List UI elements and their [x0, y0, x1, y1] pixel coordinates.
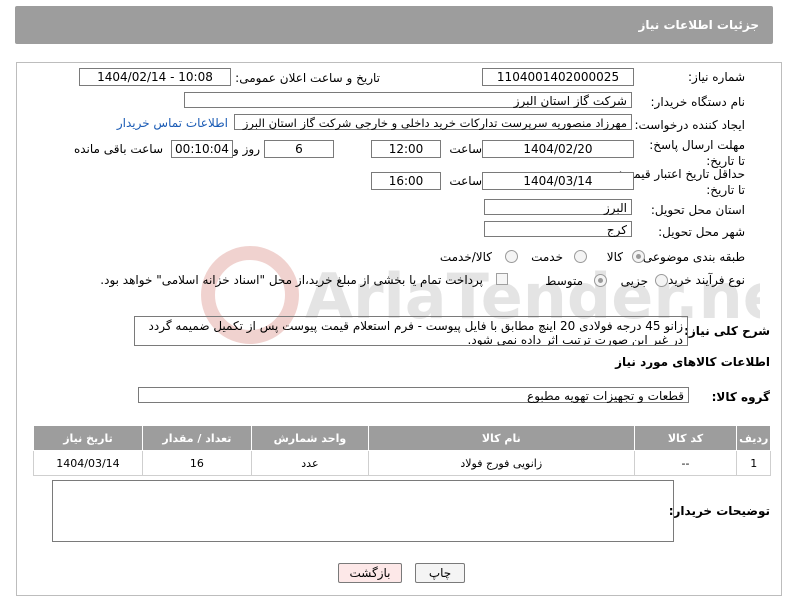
col-header-need-date: تاریخ نیاز	[33, 425, 143, 451]
contact-buyer-link[interactable]: اطلاعات تماس خریدار	[117, 116, 228, 130]
days-field: 6	[264, 140, 334, 158]
col-header-name: نام کالا	[367, 425, 635, 451]
category-radio-goods[interactable]	[632, 250, 645, 263]
province-label: استان محل تحویل:	[650, 203, 745, 217]
announce-field: 1404/02/14 - 10:08	[79, 68, 231, 86]
col-header-unit: واحد شمارش	[250, 425, 369, 451]
days-label: روز و	[233, 142, 260, 156]
col-header-row-number: ردیف	[736, 425, 771, 451]
col-header-quantity: تعداد / مقدار	[141, 425, 252, 451]
treasury-payment-note: پرداخت تمام یا بخشی از مبلغ خرید،از محل …	[100, 273, 483, 287]
validity-date-field: 1404/03/14	[482, 172, 634, 190]
announce-label: تاریخ و ساعت اعلان عمومی:	[235, 71, 380, 85]
city-label: شهر محل تحویل:	[658, 225, 745, 239]
category-radio-service[interactable]	[574, 250, 587, 263]
table-header-row: ردیف کد کالا نام کالا واحد شمارش تعداد /…	[33, 425, 771, 451]
description-label: شرح کلی نیاز:	[684, 324, 770, 338]
province-field: البرز	[484, 199, 632, 215]
cell-row-number: 1	[736, 450, 771, 476]
back-button[interactable]: بازگشت	[338, 563, 402, 583]
validity-time-field: 16:00	[371, 172, 441, 190]
cell-quantity: 16	[141, 450, 252, 476]
cell-name: زانویی فورج فولاد	[367, 450, 635, 476]
creator-field: مهرزاد منصوریه سرپرست تدارکات خرید داخلی…	[234, 114, 632, 130]
process-radio-medium[interactable]	[594, 274, 607, 287]
treasury-payment-checkbox[interactable]	[496, 273, 508, 285]
city-field: کرج	[484, 221, 632, 237]
deadline-date-field: 1404/02/20	[482, 140, 634, 158]
process-option-minor: جزیی	[620, 274, 648, 288]
category-radio-both[interactable]	[505, 250, 518, 263]
buyer-notes-textarea[interactable]	[52, 480, 674, 542]
need-number-label: شماره نیاز:	[688, 70, 745, 84]
goods-group-label: گروه کالا:	[711, 390, 770, 404]
table-row[interactable]: 1 -- زانویی فورج فولاد عدد 16 1404/03/14	[33, 450, 771, 476]
process-label: نوع فرآیند خرید :	[660, 273, 745, 287]
deadline-time-label: ساعت	[449, 142, 482, 156]
buyer-notes-label: توضیحات خریدار:	[668, 504, 770, 518]
print-button[interactable]: چاپ	[415, 563, 465, 583]
goods-group-field: قطعات و تجهیزات تهویه مطبوع	[138, 387, 689, 403]
process-option-medium: متوسط	[545, 274, 583, 288]
page-title: جزئیات اطلاعات نیاز	[638, 18, 759, 32]
deadline-label: مهلت ارسال پاسخ: تا تاریخ:	[649, 138, 745, 168]
buyer-org-field: شرکت گاز استان البرز	[184, 92, 632, 108]
validity-label: حداقل تاریخ اعتبار قیمت: تا تاریخ:	[618, 167, 745, 197]
cell-code: --	[633, 450, 738, 476]
category-option-goods: کالا	[606, 250, 623, 264]
buyer-org-label: نام دستگاه خریدار:	[650, 95, 746, 109]
need-number-field: 1104001402000025	[482, 68, 634, 86]
creator-label: ایجاد کننده درخواست:	[634, 118, 745, 132]
cell-need-date: 1404/03/14	[33, 450, 143, 476]
remaining-label: ساعت باقی مانده	[73, 142, 163, 156]
description-textarea[interactable]: زانو 45 درجه فولادی 20 اینچ مطابق با فای…	[134, 316, 688, 346]
category-option-service: خدمت	[531, 250, 563, 264]
page-header: جزئیات اطلاعات نیاز	[15, 6, 773, 44]
validity-time-label: ساعت	[449, 174, 482, 188]
category-option-both: کالا/خدمت	[439, 250, 492, 264]
deadline-time-field: 12:00	[371, 140, 441, 158]
category-label: طبقه بندی موضوعی:	[638, 250, 745, 264]
goods-info-title: اطلاعات کالاهای مورد نیاز	[615, 355, 770, 369]
goods-table: ردیف کد کالا نام کالا واحد شمارش تعداد /…	[33, 425, 771, 476]
process-radio-minor[interactable]	[655, 274, 668, 287]
cell-unit: عدد	[250, 450, 369, 476]
remaining-time-field: 00:10:04	[171, 140, 233, 158]
col-header-code: کد کالا	[633, 425, 738, 451]
